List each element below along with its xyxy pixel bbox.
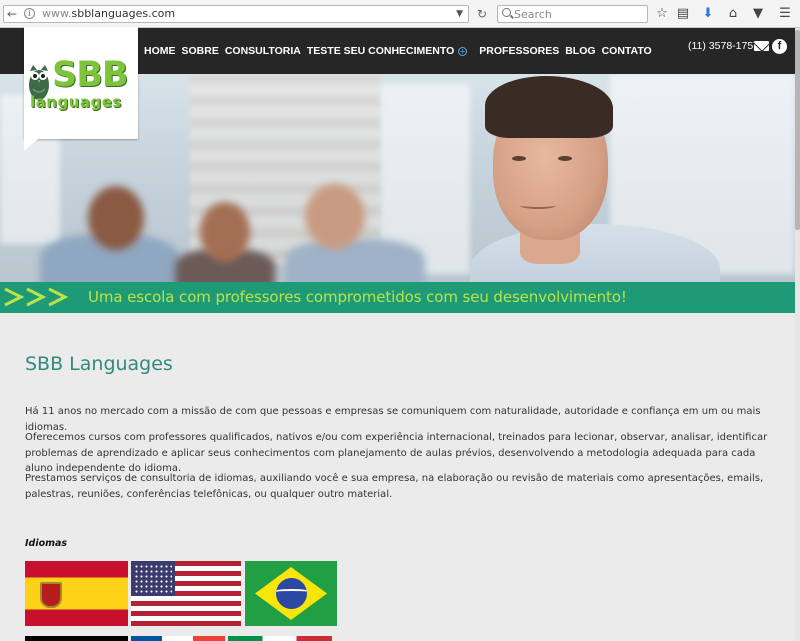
- url-domain: sbblanguages.com: [71, 7, 176, 20]
- paragraph-courses: Oferecemos cursos com professores qualif…: [25, 432, 768, 474]
- flag-spain[interactable]: [25, 561, 128, 626]
- nav-sobre[interactable]: SOBRE: [182, 45, 219, 57]
- address-bar[interactable]: ← i www.sbblanguages.com ▼: [3, 5, 469, 23]
- mail-icon[interactable]: [754, 41, 769, 51]
- menu-icon[interactable]: ☰: [776, 5, 794, 23]
- dropdown-icon[interactable]: ▼: [456, 6, 463, 22]
- flag-usa[interactable]: [131, 561, 241, 626]
- home-icon[interactable]: ⌂: [724, 5, 742, 23]
- logo-text-sbb: SBB: [52, 55, 129, 95]
- page-title: SBB Languages: [25, 353, 173, 375]
- triple-arrow-icon: [4, 287, 69, 307]
- pocket-icon[interactable]: ▼: [749, 5, 767, 23]
- url-text[interactable]: www.sbblanguages.com: [42, 6, 175, 22]
- phone-number: (11) 3578-1757: [688, 40, 760, 52]
- paragraph-consulting: Prestamos serviços de consultoria de idi…: [25, 473, 764, 500]
- expand-plus-icon[interactable]: +: [458, 46, 468, 56]
- flag-germany[interactable]: [25, 636, 128, 641]
- stars-canton: [131, 561, 175, 596]
- search-icon: [502, 8, 511, 17]
- flag-italy[interactable]: [228, 636, 332, 641]
- flag-france[interactable]: [131, 636, 225, 641]
- star-icon[interactable]: ☆: [653, 5, 671, 23]
- slogan-text: Uma escola com professores comprometidos…: [88, 288, 627, 306]
- nav-blog[interactable]: BLOG: [565, 45, 595, 57]
- nav-teste-seu-conhecimento[interactable]: TESTE SEU CONHECIMENTO: [307, 45, 454, 57]
- download-icon[interactable]: ⬇: [699, 5, 717, 23]
- search-field[interactable]: [497, 5, 648, 23]
- facebook-icon[interactable]: f: [772, 39, 787, 54]
- scrollbar-thumb[interactable]: [795, 30, 800, 230]
- logo[interactable]: SBB languages: [24, 27, 138, 151]
- flag-brazil[interactable]: [245, 561, 337, 626]
- flag-globe: [276, 578, 307, 609]
- reload-icon[interactable]: ↻: [474, 6, 490, 22]
- logo-text-languages: languages: [30, 93, 122, 111]
- slogan-banner: Uma escola com professores comprometidos…: [0, 282, 795, 313]
- info-icon[interactable]: i: [24, 8, 35, 19]
- languages-heading: Idiomas: [25, 538, 68, 549]
- reader-icon[interactable]: ▤: [674, 5, 692, 23]
- nav-professores[interactable]: PROFESSORES: [479, 45, 559, 57]
- main-nav: HOME SOBRE CONSULTORIA TESTE SEU CONHECI…: [144, 28, 658, 74]
- nav-contato[interactable]: CONTATO: [602, 45, 652, 57]
- nav-consultoria[interactable]: CONSULTORIA: [225, 45, 301, 57]
- search-input[interactable]: [514, 7, 642, 21]
- nav-home[interactable]: HOME: [144, 45, 176, 57]
- browser-toolbar: ← i www.sbblanguages.com ▼ ↻ ☆ ▤ ⬇ ⌂ ▼ ☰: [0, 0, 800, 28]
- back-arrow-icon[interactable]: ←: [7, 6, 17, 22]
- coat-of-arms-icon: [40, 582, 62, 608]
- url-prefix: www.: [42, 7, 72, 20]
